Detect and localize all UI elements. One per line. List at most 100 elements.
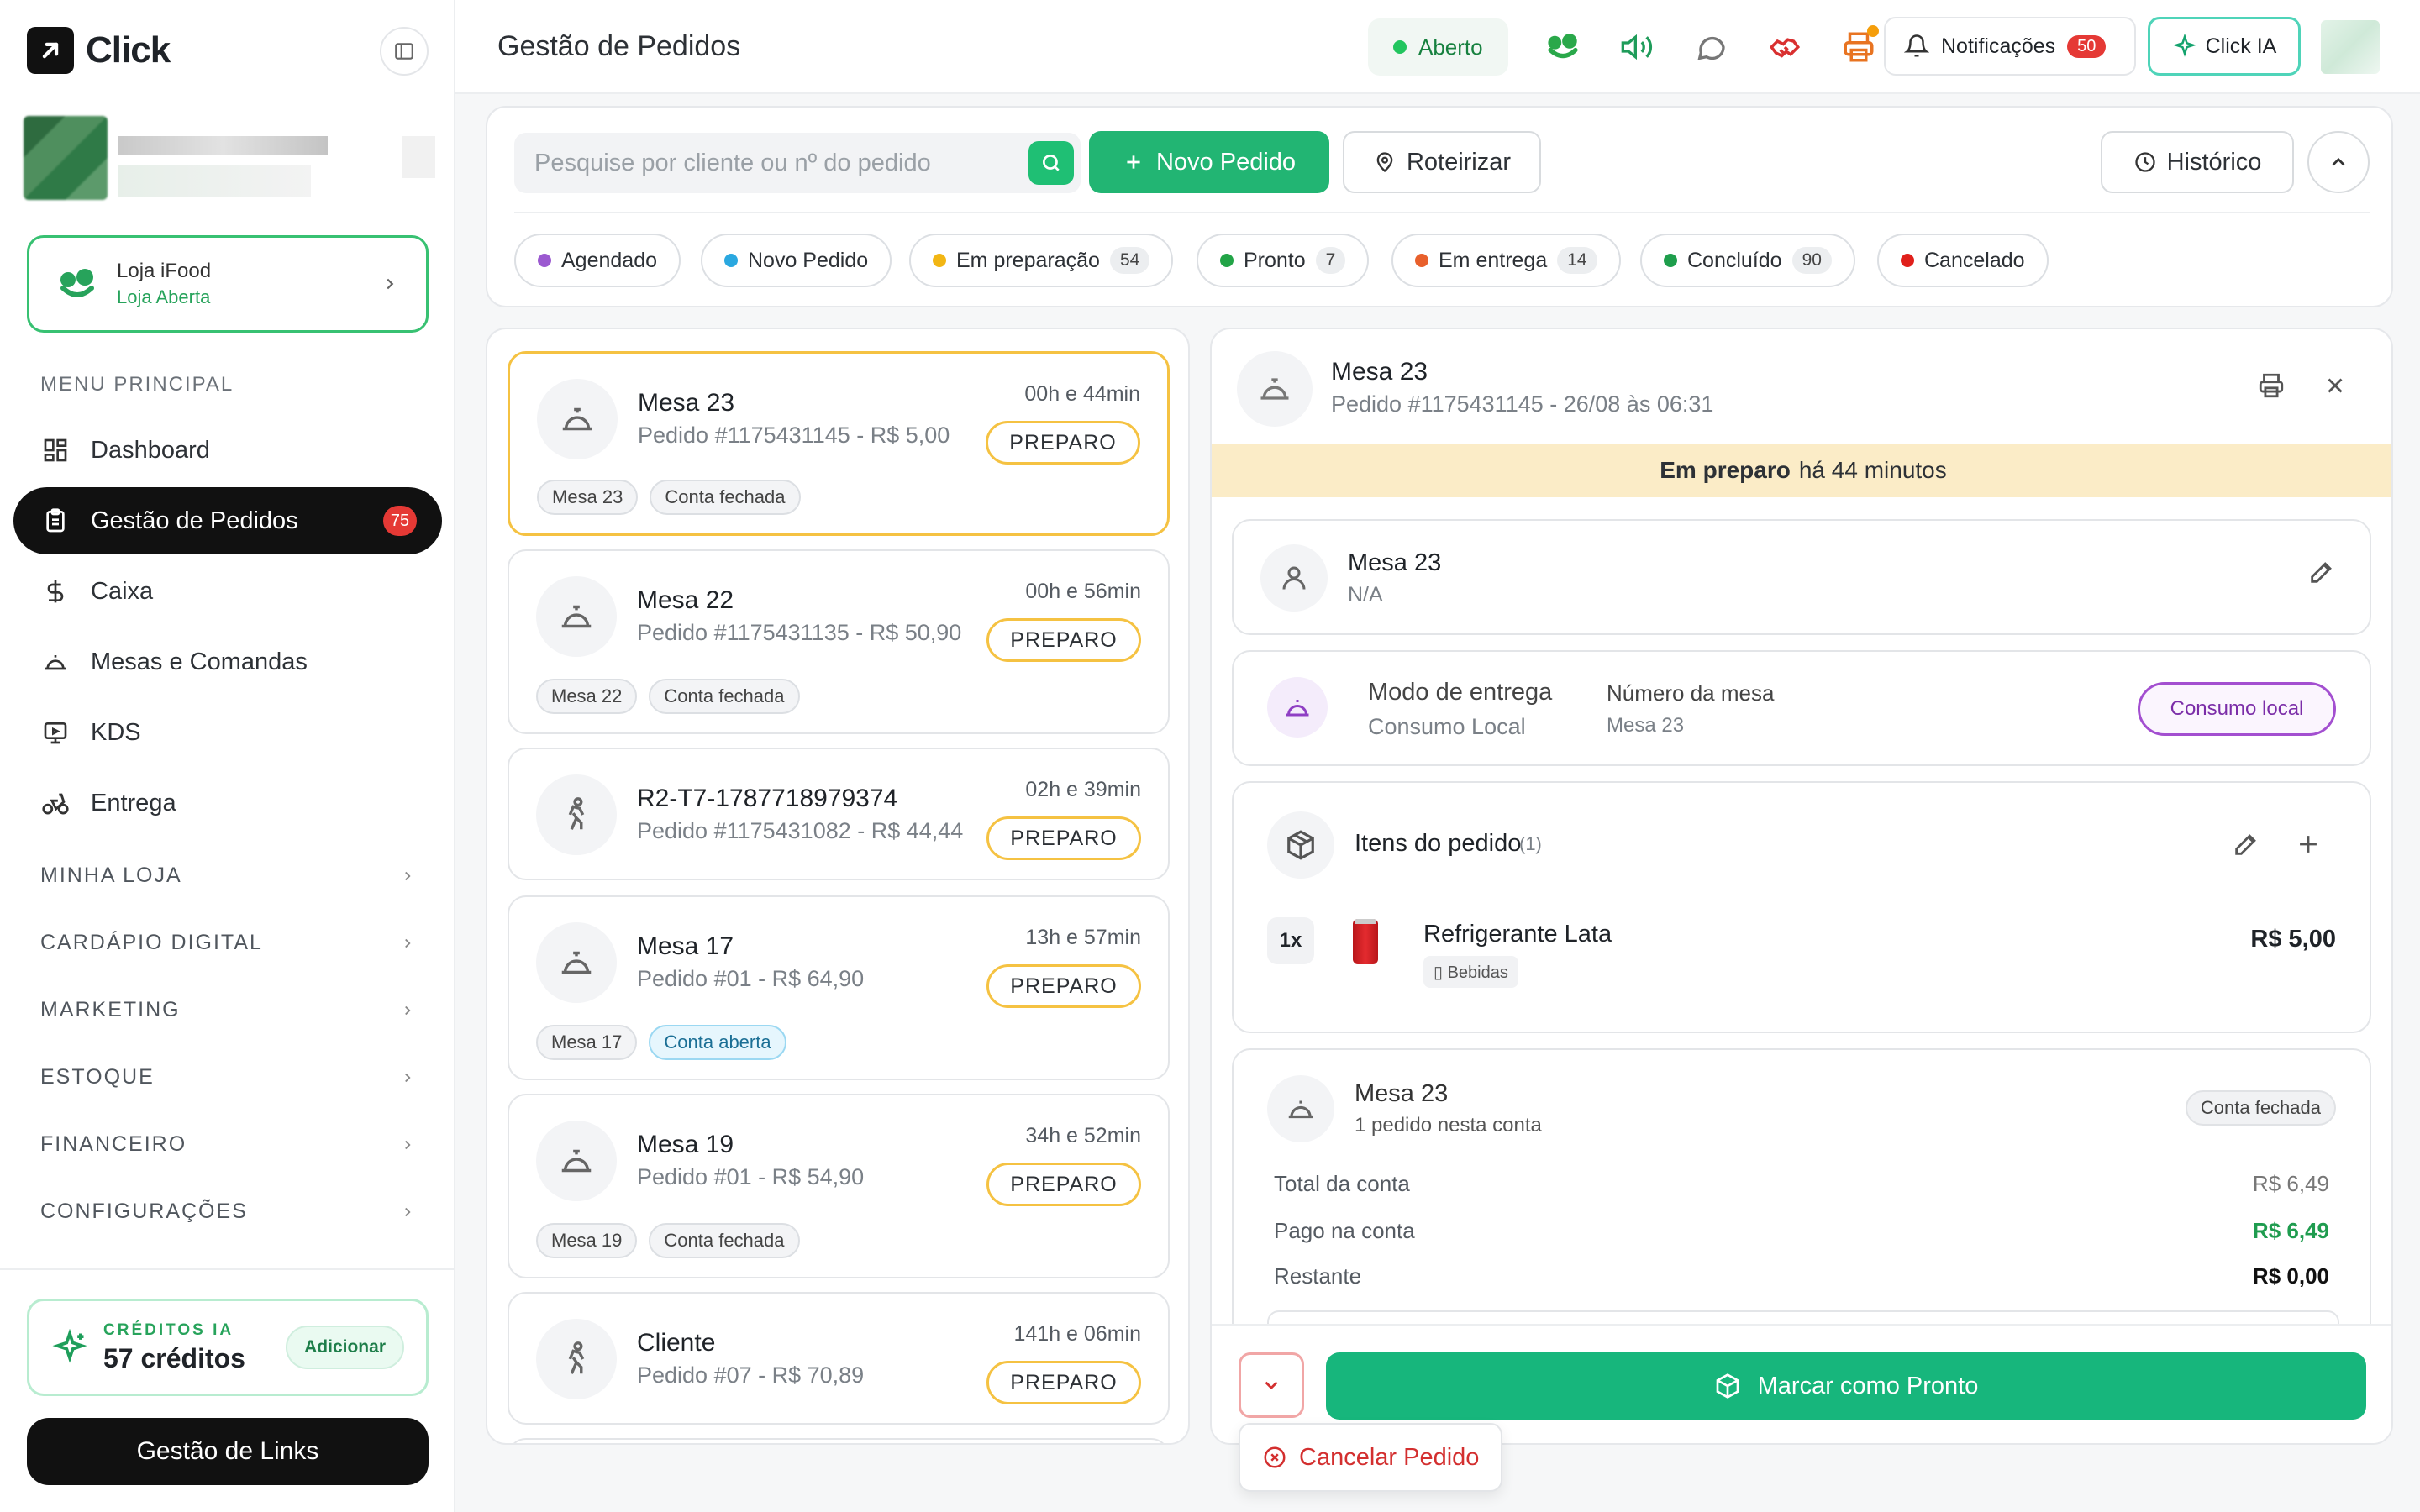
filter-chip-ready[interactable]: Pronto 7: [1197, 234, 1370, 287]
sidebar-group-marketing[interactable]: MARKETING: [40, 998, 415, 1022]
click-ia-button[interactable]: Click IA: [2148, 17, 2301, 76]
store-card[interactable]: Loja iFood Loja Aberta: [27, 235, 429, 333]
filter-chip-scheduled[interactable]: Agendado: [514, 234, 681, 287]
order-subtitle: Pedido #01 - R$ 64,90: [637, 966, 865, 991]
item-name: Refrigerante Lata: [1423, 921, 1612, 948]
filter-chip-cancelled[interactable]: Cancelado: [1877, 234, 2049, 287]
filter-chip-new[interactable]: Novo Pedido: [701, 234, 892, 287]
sidebar-item-tables[interactable]: Mesas e Comandas: [13, 628, 442, 696]
account-remaining-value: R$ 0,00: [2252, 1263, 2329, 1289]
sidebar-item-kds[interactable]: KDS: [13, 699, 442, 766]
order-status-badge[interactable]: PREPARO: [986, 816, 1141, 860]
order-card[interactable]: Mesa 22 Pedido #1175431135 - R$ 50,90 00…: [508, 549, 1170, 734]
close-icon: [2328, 378, 2343, 393]
order-items-card: Itens do pedido (1) 1x Refrigerante Lata…: [1232, 781, 2371, 1033]
consumo-local-pill[interactable]: Consumo local: [2138, 682, 2336, 736]
store-status: Loja Aberta: [117, 286, 211, 307]
chevron-up-icon: [2332, 157, 2345, 166]
sidebar-group-finance[interactable]: FINANCEIRO: [40, 1132, 415, 1157]
sparkle-icon: [2172, 34, 2196, 57]
order-status-badge[interactable]: PREPARO: [986, 1361, 1141, 1404]
sidebar-item-label: Entrega: [91, 789, 176, 816]
ifood-integration-icon[interactable]: [1541, 25, 1585, 69]
filter-chip-preparing[interactable]: Em preparação 54: [909, 234, 1174, 287]
user-avatar[interactable]: [2321, 20, 2380, 74]
collapse-sidebar-button[interactable]: [380, 27, 429, 76]
history-button[interactable]: Histórico: [2101, 131, 2294, 193]
sidebar-group-stock[interactable]: ESTOQUE: [40, 1065, 415, 1089]
filter-bar: Novo Pedido Roteirizar Histórico Agendad…: [486, 106, 2393, 307]
handshake-icon[interactable]: [1763, 25, 1807, 69]
avatar: [24, 116, 108, 200]
sidebar-group-my-store[interactable]: MINHA LOJA: [40, 864, 415, 888]
notifications-label: Notificações: [1941, 34, 2056, 58]
add-credits-button[interactable]: Adicionar: [286, 1326, 404, 1369]
sidebar-item-dashboard[interactable]: Dashboard: [13, 417, 442, 484]
store-open-status[interactable]: Aberto: [1368, 18, 1508, 76]
notifications-button[interactable]: Notificações 50: [1884, 17, 2136, 76]
order-card[interactable]: Mesa 19 Pedido #01 - R$ 54,90 34h e 52mi…: [508, 1094, 1170, 1278]
printer-icon: [2259, 373, 2284, 398]
logo[interactable]: Click: [27, 27, 171, 74]
edit-customer-button[interactable]: [2307, 558, 2336, 591]
order-status-badge[interactable]: PREPARO: [986, 964, 1141, 1008]
map-pin-icon: [1376, 152, 1393, 173]
user-profile[interactable]: [24, 116, 435, 203]
group-label: CARDÁPIO DIGITAL: [40, 931, 263, 954]
collapse-filters-button[interactable]: [2307, 131, 2370, 193]
chevron-right-icon: [405, 1207, 411, 1216]
bell-icon: [536, 1121, 617, 1201]
sidebar-group-settings[interactable]: CONFIGURAÇÕES: [40, 1200, 415, 1224]
order-subtitle: Pedido #1175431145 - R$ 5,00: [638, 423, 950, 448]
volume-icon[interactable]: [1615, 25, 1659, 69]
sidebar-group-menu[interactable]: CARDÁPIO DIGITAL: [40, 931, 415, 955]
sidebar-item-label: Dashboard: [91, 436, 210, 464]
search-input[interactable]: [534, 149, 1022, 177]
pencil-icon: [2235, 834, 2256, 855]
order-card[interactable]: Cliente Pedido #07 - R$ 70,89 141h e 06m…: [508, 1292, 1170, 1425]
chevron-right-icon: [405, 938, 411, 948]
links-management-button[interactable]: Gestão de Links: [27, 1418, 429, 1485]
order-card[interactable]: Mesa 17 Pedido #01 - R$ 64,90 13h e 57mi…: [508, 895, 1170, 1080]
sidebar-item-delivery[interactable]: Entrega: [13, 769, 442, 837]
order-card[interactable]: R2-T7-1787718979374 Pedido #1175431082 -…: [508, 748, 1170, 880]
order-status-badge[interactable]: PREPARO: [986, 618, 1141, 662]
order-title: Mesa 19: [637, 1131, 734, 1158]
order-tag: Conta fechada: [649, 1223, 800, 1258]
add-item-button[interactable]: [2294, 830, 2323, 863]
order-tags: Mesa 22 Conta fechada: [536, 679, 800, 714]
order-subtitle: Pedido #07 - R$ 70,89: [637, 1362, 865, 1388]
chat-icon[interactable]: [1689, 25, 1733, 69]
close-detail-button[interactable]: [2314, 365, 2356, 407]
cancel-order-button[interactable]: Cancelar Pedido: [1239, 1423, 1502, 1492]
route-button[interactable]: Roteirizar: [1343, 131, 1541, 193]
sidebar-item-label: Mesas e Comandas: [91, 648, 308, 675]
chip-label: Concluído: [1687, 248, 1782, 272]
more-actions-button[interactable]: [1239, 1352, 1304, 1418]
customer-card: Mesa 23 N/A: [1232, 519, 2371, 635]
bell-icon: [1267, 677, 1328, 738]
new-order-label: Novo Pedido: [1155, 148, 1297, 176]
printer-alert-icon[interactable]: [1837, 25, 1881, 69]
chip-dot: [724, 254, 738, 267]
order-card-partial[interactable]: [508, 1438, 1170, 1443]
chevron-right-icon: [405, 1140, 411, 1149]
order-status-badge[interactable]: PREPARO: [986, 421, 1140, 465]
mark-ready-label: Marcar como Pronto: [1757, 1372, 1979, 1399]
filter-chip-done[interactable]: Concluído 90: [1640, 234, 1855, 287]
print-button[interactable]: [2250, 365, 2292, 407]
order-title: R2-T7-1787718979374: [637, 785, 898, 812]
order-card[interactable]: Mesa 23 Pedido #1175431145 - R$ 5,00 00h…: [508, 351, 1170, 536]
edit-items-button[interactable]: [2232, 830, 2260, 863]
search-button[interactable]: [1028, 141, 1074, 185]
filter-chip-delivering[interactable]: Em entrega 14: [1392, 234, 1621, 287]
chip-count: 14: [1557, 247, 1597, 274]
chip-dot: [1901, 254, 1914, 267]
chevron-right-icon: [405, 871, 411, 880]
sidebar-item-cash[interactable]: Caixa: [13, 558, 442, 625]
mark-ready-button[interactable]: Marcar como Pronto: [1326, 1352, 2366, 1420]
order-status-badge[interactable]: PREPARO: [986, 1163, 1141, 1206]
sidebar-item-orders[interactable]: Gestão de Pedidos 75: [13, 487, 442, 554]
credits-value: 57 créditos: [103, 1342, 245, 1373]
new-order-button[interactable]: Novo Pedido: [1089, 131, 1329, 193]
